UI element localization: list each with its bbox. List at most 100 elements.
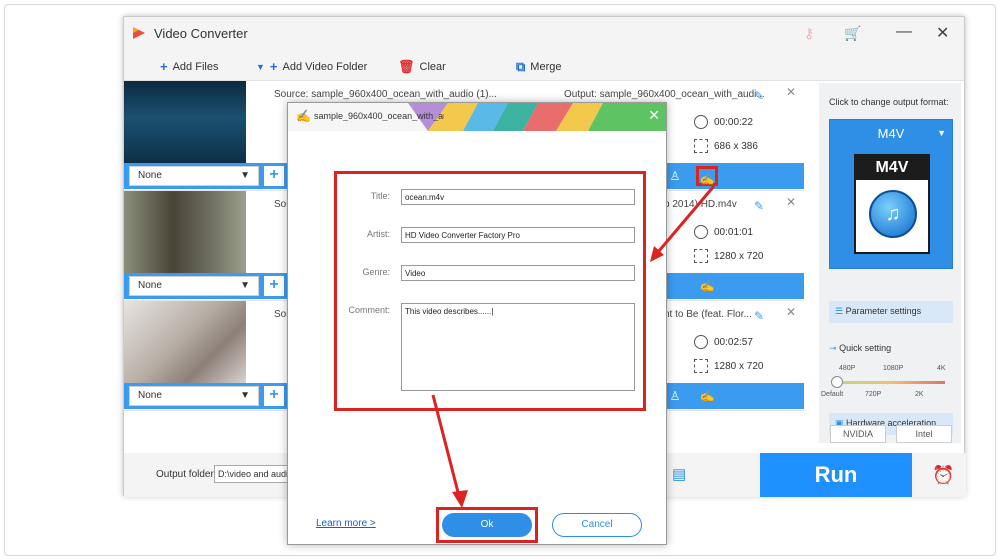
add-video-folder-label: Add Video Folder <box>282 60 368 73</box>
output-format-selector[interactable]: M4V ▼ M4V ♫ <box>829 119 953 269</box>
m4v-file-icon: M4V ♫ <box>854 154 930 254</box>
add-subtitle-button[interactable]: + <box>264 166 284 186</box>
add-subtitle-button[interactable]: + <box>264 276 284 296</box>
clear-button[interactable]: 🗑 Clear <box>398 59 446 75</box>
subtitle-select[interactable]: None ▼ <box>129 386 259 406</box>
title-bar: Video Converter ⚷ 🛒 — ✕ <box>124 17 964 51</box>
edit-output-icon[interactable]: ✎ <box>754 309 764 323</box>
duration-value: 00:02:57 <box>714 336 753 348</box>
edit-output-icon[interactable]: ✎ <box>754 89 764 103</box>
genre-input[interactable]: Video <box>401 265 635 281</box>
close-button[interactable]: ✕ <box>936 23 949 43</box>
title-label: Title: <box>370 191 390 201</box>
format-name: M4V <box>877 126 905 141</box>
minimize-button[interactable]: — <box>896 23 912 41</box>
clock-icon <box>694 115 708 129</box>
quality-slider-thumb[interactable] <box>831 376 843 388</box>
resolution-value: 1280 x 720 <box>714 250 764 262</box>
video-thumbnail <box>124 191 246 273</box>
duration-meta: 00:00:22 <box>694 115 753 129</box>
trash-icon: 🗑 <box>398 59 415 74</box>
video-thumbnail <box>124 81 246 163</box>
edit-icon: ✍ <box>296 109 311 123</box>
output-folder-label: Output folder: <box>156 469 217 480</box>
crop-icon[interactable]: ♙ <box>664 166 686 186</box>
output-folder-input[interactable]: D:\video and audio\m <box>214 465 294 483</box>
comment-label: Comment: <box>348 305 390 315</box>
app-title: Video Converter <box>154 26 248 41</box>
app-logo-icon <box>133 27 145 39</box>
caret-down-icon: ▼ <box>937 128 946 138</box>
clock-icon <box>694 225 708 239</box>
cart-icon[interactable]: 🛒 <box>844 25 861 42</box>
duration-meta: 00:02:57 <box>694 335 753 349</box>
clock-icon <box>694 335 708 349</box>
resolution-value: 1280 x 720 <box>714 360 764 372</box>
dialog-title: sample_960x400_ocean_with_audio <box>314 111 444 121</box>
genre-label: Genre: <box>362 267 390 277</box>
add-files-label: Add Files <box>172 60 219 73</box>
artist-input[interactable]: HD Video Converter Factory Pro <box>401 227 635 243</box>
edit-metadata-button[interactable]: ✍ <box>696 166 718 186</box>
subtitle-value: None <box>138 390 162 401</box>
resize-icon <box>694 359 708 373</box>
sliders-icon: ☰ <box>835 306 844 316</box>
plus-icon: + <box>269 59 278 74</box>
resize-icon <box>694 139 708 153</box>
slider-icon: ⊸ <box>829 343 837 353</box>
crop-icon[interactable]: ♙ <box>664 386 686 406</box>
cancel-button[interactable]: Cancel <box>552 513 642 537</box>
dialog-header: ✍ sample_960x400_ocean_with_audio ✕ <box>288 103 666 131</box>
merge-label: Merge <box>530 61 562 73</box>
learn-more-link[interactable]: Learn more > <box>316 518 376 529</box>
resolution-meta: 1280 x 720 <box>694 249 764 263</box>
resize-icon <box>694 249 708 263</box>
video-thumbnail <box>124 301 246 383</box>
edit-output-icon[interactable]: ✎ <box>754 199 764 213</box>
duration-value: 00:00:22 <box>714 116 753 128</box>
key-icon[interactable]: ⚷ <box>804 25 814 42</box>
merge-icon: ⧉ <box>516 59 526 74</box>
parameter-settings-label: Parameter settings <box>845 306 922 316</box>
metadata-fields: Title: ocean.m4v Artist: HD Video Conver… <box>338 175 644 411</box>
add-files-button[interactable]: + Add Files <box>160 59 218 74</box>
nvidia-logo[interactable]: NVIDIA <box>830 425 886 443</box>
quick-setting-label: ⊸ Quick setting <box>829 343 891 354</box>
quality-slider-track[interactable] <box>837 381 945 384</box>
title-input[interactable]: ocean.m4v <box>401 189 635 205</box>
remove-row-icon[interactable]: ✕ <box>786 305 796 319</box>
quick-setting-text: Quick setting <box>839 343 892 353</box>
source-name: Source: sample_960x400_ocean_with_audio … <box>274 89 497 100</box>
resolution-value: 686 x 386 <box>714 140 758 152</box>
ok-button[interactable]: Ok <box>442 513 532 537</box>
remove-row-icon[interactable]: ✕ <box>786 85 796 99</box>
edit-metadata-button[interactable]: ✍ <box>696 276 718 296</box>
output-name: Output: sample_960x400_ocean_with_audi..… <box>564 89 765 100</box>
subtitle-value: None <box>138 280 162 291</box>
subtitle-select[interactable]: None ▼ <box>129 276 259 296</box>
remove-row-icon[interactable]: ✕ <box>786 195 796 209</box>
caret-down-icon: ▼ <box>240 390 250 401</box>
resolution-meta: 1280 x 720 <box>694 359 764 373</box>
add-video-folder-button[interactable]: ▼ + Add Video Folder <box>256 59 367 74</box>
subtitle-select[interactable]: None ▼ <box>129 166 259 186</box>
resolution-meta: 686 x 386 <box>694 139 758 153</box>
parameter-settings-button[interactable]: ☰ Parameter settings <box>829 301 953 323</box>
tick-label: 1080P <box>883 365 904 372</box>
film-icon[interactable]: ▤ <box>672 465 686 483</box>
caret-down-icon: ▼ <box>256 61 265 72</box>
alarm-clock-icon[interactable]: ⏰ <box>932 465 954 486</box>
music-note-icon: ♫ <box>869 190 917 238</box>
run-button[interactable]: Run <box>760 453 912 497</box>
caret-down-icon: ▼ <box>240 280 250 291</box>
metadata-dialog: ✍ sample_960x400_ocean_with_audio ✕ Titl… <box>287 102 667 545</box>
tick-label: 480P <box>839 365 856 372</box>
comment-textarea[interactable]: This video describes......| <box>401 303 635 391</box>
edit-metadata-button[interactable]: ✍ <box>696 386 718 406</box>
intel-logo[interactable]: Intel <box>896 425 952 443</box>
dialog-close-icon[interactable]: ✕ <box>648 107 660 124</box>
merge-button[interactable]: ⧉ Merge <box>516 59 561 75</box>
duration-meta: 00:01:01 <box>694 225 753 239</box>
tick-label: 4K <box>937 365 946 372</box>
add-subtitle-button[interactable]: + <box>264 386 284 406</box>
